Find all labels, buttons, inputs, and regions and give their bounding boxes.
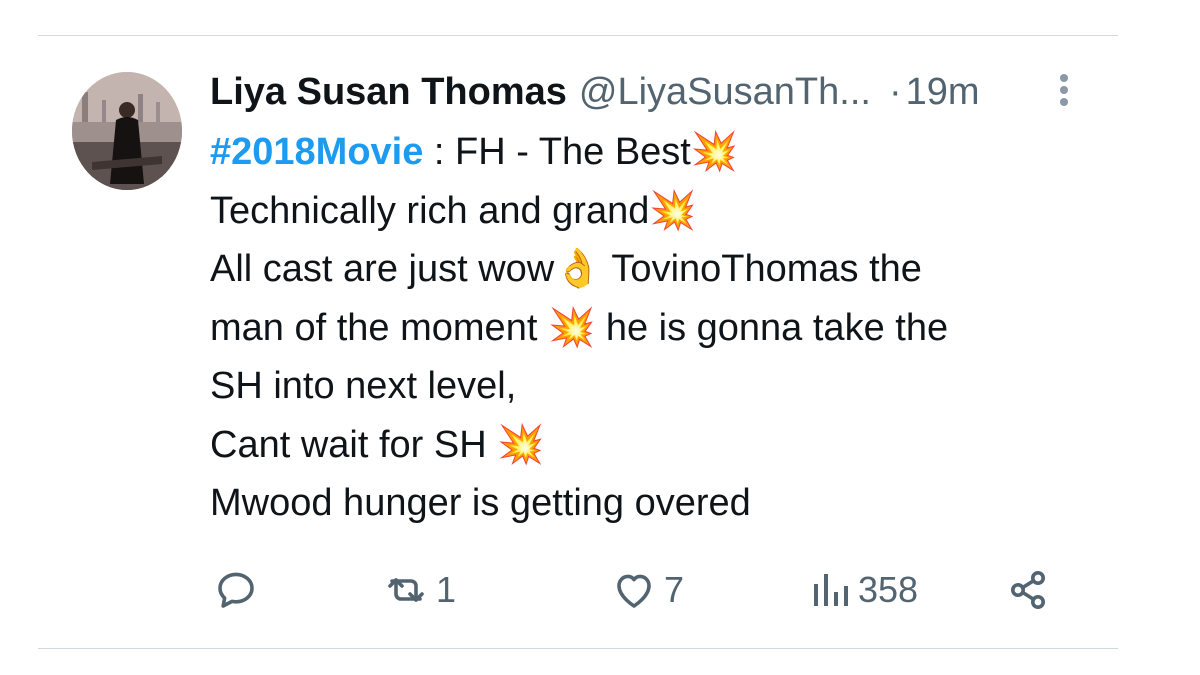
tweet-line: SH into next level,: [210, 357, 1110, 416]
collision-emoji: 💥: [649, 187, 697, 232]
tweet-line: #2018Movie : FH - The Best💥: [210, 122, 1110, 181]
ok-hand-emoji: 👌: [554, 246, 602, 291]
more-dot-icon: [1060, 74, 1068, 82]
tweet-card: Liya Susan Thomas @LiyaSusanTh... · 19m …: [0, 0, 1200, 675]
tweet-line: man of the moment 💥 he is gonna take the: [210, 298, 1110, 357]
heart-outline-icon: [617, 574, 651, 608]
author-handle[interactable]: @LiyaSusanTh...: [579, 71, 871, 114]
tweet-line-text: he is gonna take the: [595, 307, 949, 350]
collision-emoji: 💥: [497, 422, 545, 467]
avatar[interactable]: [72, 72, 182, 190]
bar-chart-icon: [814, 574, 848, 606]
action-bar: 1 7 358: [0, 560, 1200, 620]
retweet-arrows-icon: [388, 578, 424, 602]
separator-dot: ·: [888, 70, 902, 113]
avatar-photo: [72, 72, 182, 190]
reply-button[interactable]: [212, 560, 260, 620]
tweet-line-text: All cast are just wow: [210, 248, 555, 291]
author-name[interactable]: Liya Susan Thomas: [210, 71, 567, 114]
tweet-line-text: SH into next level,: [210, 364, 517, 407]
tweet-line: Technically rich and grand💥: [210, 181, 1110, 240]
hashtag-link[interactable]: #2018Movie: [210, 131, 423, 173]
collision-emoji: 💥: [690, 129, 739, 173]
more-dot-icon: [1060, 86, 1068, 94]
tweet-line-text: man of the moment: [210, 307, 548, 350]
bottom-divider: [38, 648, 1118, 649]
tweet-line-text: Mwood hunger is getting overed: [210, 482, 751, 525]
tweet-header: Liya Susan Thomas @LiyaSusanTh... · 19m: [210, 66, 1070, 118]
tweet-line-text: TovinoThomas the: [601, 248, 922, 291]
retweet-button[interactable]: 1: [382, 560, 456, 620]
share-nodes-icon: [1011, 571, 1045, 609]
tweet-line-text: : FH - The Best: [423, 131, 691, 173]
like-button[interactable]: 7: [610, 560, 684, 620]
tweet-line: Cant wait for SH 💥: [210, 415, 1110, 474]
share-button[interactable]: [1004, 560, 1052, 620]
timestamp[interactable]: 19m: [906, 71, 980, 114]
tweet-line: All cast are just wow👌 TovinoThomas the: [210, 239, 1110, 298]
collision-emoji: 💥: [547, 305, 596, 350]
tweet-line-text: Cant wait for SH: [210, 424, 498, 467]
like-count: 7: [664, 569, 685, 610]
tweet-text: #2018Movie : FH - The Best💥 Technically …: [210, 122, 1110, 533]
reply-bubble-icon: [218, 572, 254, 608]
tweet-line-text: Technically rich and grand: [210, 189, 650, 232]
top-divider: [38, 35, 1118, 36]
more-dot-icon: [1060, 98, 1068, 106]
tweet-line: Mwood hunger is getting overed: [210, 474, 1110, 533]
views-button[interactable]: 358: [808, 560, 918, 620]
more-options-button[interactable]: [1050, 70, 1078, 110]
views-count: 358: [858, 569, 919, 610]
retweet-count: 1: [436, 569, 457, 610]
